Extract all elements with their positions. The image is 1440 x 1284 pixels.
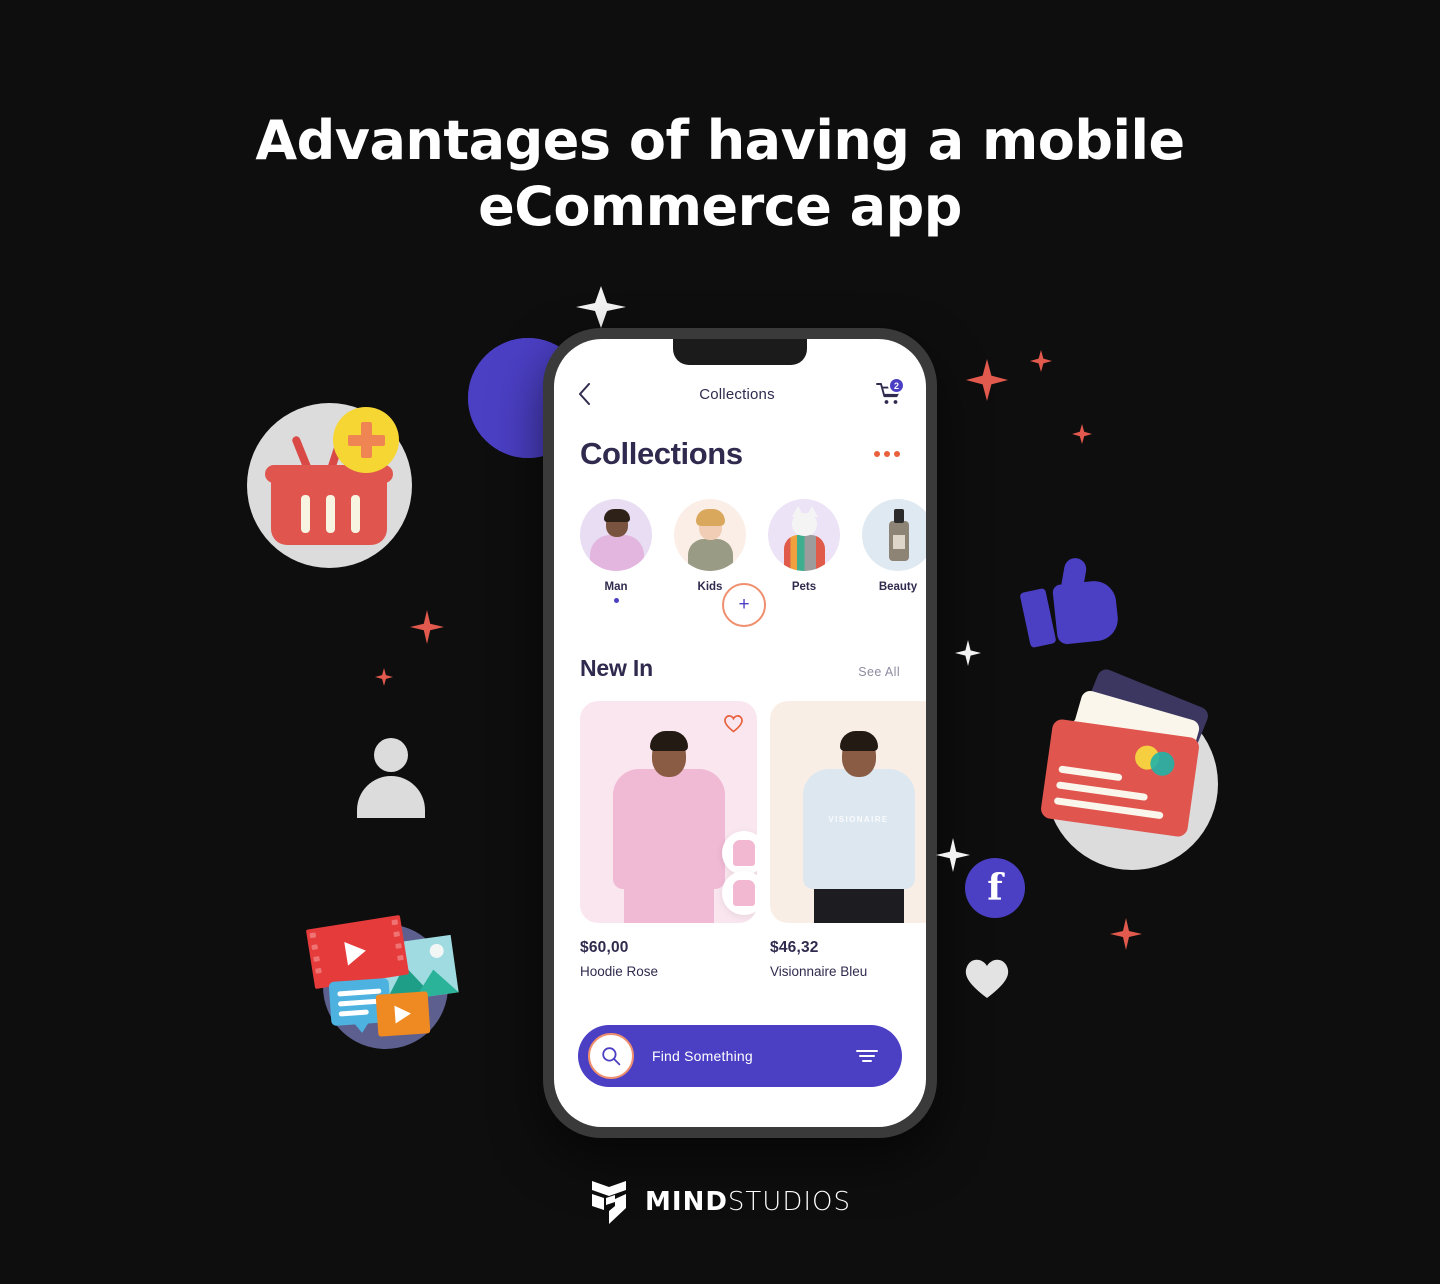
heart-icon bbox=[965, 959, 1009, 998]
category-label: Man bbox=[604, 581, 628, 593]
product-card[interactable]: $60,00 Hoodie Rose bbox=[580, 701, 757, 1001]
sparkle-icon bbox=[375, 668, 393, 686]
sparkle-icon bbox=[410, 610, 444, 644]
product-price: $60,00 bbox=[580, 939, 629, 956]
collections-header: Collections bbox=[554, 436, 926, 472]
facebook-icon: f bbox=[965, 858, 1025, 918]
phone-notch bbox=[673, 339, 807, 365]
cart-button[interactable]: 2 bbox=[868, 377, 905, 406]
sparkle-icon bbox=[936, 838, 970, 872]
category-avatar bbox=[580, 499, 652, 571]
product-meta: $60,00 Hoodie Rose bbox=[580, 923, 757, 979]
phone-mockup: Collections 2 Collections Man Kids Pets … bbox=[543, 328, 937, 1138]
navbar-title: Collections bbox=[699, 385, 775, 403]
page-title: Advantages of having a mobile eCommerce … bbox=[0, 108, 1440, 240]
product-price: $46,32 bbox=[770, 939, 819, 956]
search-button[interactable] bbox=[588, 1033, 634, 1079]
sparkle-icon bbox=[1110, 918, 1142, 950]
mindstudios-logo-icon bbox=[592, 1181, 627, 1224]
see-all-link[interactable]: See All bbox=[858, 665, 900, 679]
thumbnail-item[interactable] bbox=[722, 871, 757, 915]
dot-icon bbox=[874, 451, 880, 457]
sparkle-icon bbox=[1072, 424, 1092, 444]
more-options-button[interactable] bbox=[874, 451, 900, 457]
headline-line-2: eCommerce app bbox=[478, 174, 962, 238]
category-label: Pets bbox=[791, 581, 817, 593]
product-print: VISIONAIRE bbox=[828, 815, 889, 824]
product-model-illustration bbox=[604, 723, 734, 923]
category-label: Beauty bbox=[878, 581, 918, 593]
dot-icon bbox=[894, 451, 900, 457]
category-item-beauty[interactable]: Beauty bbox=[862, 499, 926, 603]
category-avatar bbox=[768, 499, 840, 571]
poster-canvas: Advantages of having a mobile eCommerce … bbox=[0, 0, 1440, 1284]
new-in-header: New In See All bbox=[554, 655, 926, 682]
media-collage-icon bbox=[305, 914, 460, 1068]
search-input[interactable]: Find Something bbox=[634, 1048, 854, 1064]
search-bar[interactable]: Find Something bbox=[578, 1025, 902, 1087]
heart-outline-icon[interactable] bbox=[723, 714, 744, 733]
thumbnail-item[interactable] bbox=[722, 831, 757, 875]
add-to-cart-button[interactable]: + bbox=[722, 583, 766, 627]
collections-title: Collections bbox=[580, 436, 743, 471]
category-item-man[interactable]: Man bbox=[580, 499, 652, 603]
category-active-dot bbox=[613, 598, 619, 603]
sparkle-icon bbox=[576, 286, 626, 328]
product-card[interactable]: VISIONAIRE $46,32 Visionnaire Bleu bbox=[770, 701, 926, 1001]
dot-icon bbox=[884, 451, 890, 457]
person-icon bbox=[355, 738, 427, 818]
brand-name-light: STUDIOS bbox=[727, 1187, 851, 1217]
product-thumbnails[interactable] bbox=[722, 831, 757, 915]
brand-name-bold: MIND bbox=[645, 1187, 728, 1217]
brand-logo-text: MINDSTUDIOS bbox=[645, 1187, 851, 1217]
brand-logo: MINDSTUDIOS bbox=[0, 1178, 1440, 1226]
product-list: $60,00 Hoodie Rose VISIONAIRE $46,32 Vis… bbox=[554, 701, 926, 1001]
product-name: Visionnaire Bleu bbox=[770, 964, 868, 979]
category-item-pets[interactable]: Pets bbox=[768, 499, 840, 603]
sparkle-icon bbox=[955, 640, 981, 666]
sparkle-icon bbox=[1030, 350, 1052, 372]
headline-line-1: Advantages of having a mobile bbox=[255, 109, 1185, 172]
product-image: VISIONAIRE bbox=[770, 701, 926, 923]
back-button[interactable] bbox=[578, 383, 606, 405]
filter-icon[interactable] bbox=[854, 1048, 880, 1064]
chevron-left-icon bbox=[579, 383, 590, 405]
phone-screen: Collections 2 Collections Man Kids Pets … bbox=[554, 339, 926, 1127]
app-navbar: Collections 2 bbox=[554, 373, 926, 415]
product-name: Hoodie Rose bbox=[580, 964, 659, 979]
search-icon bbox=[602, 1047, 621, 1066]
category-avatar bbox=[674, 499, 746, 571]
section-title: New In bbox=[580, 655, 653, 681]
shopping-basket-icon bbox=[247, 403, 412, 568]
cart-badge: 2 bbox=[888, 377, 905, 394]
category-avatar bbox=[862, 499, 926, 571]
thumbs-up-icon bbox=[1019, 556, 1120, 653]
product-model-illustration: VISIONAIRE bbox=[794, 723, 924, 923]
credit-cards-icon bbox=[1024, 666, 1234, 884]
sparkle-icon bbox=[966, 359, 1008, 401]
product-meta: $46,32 Visionnaire Bleu bbox=[770, 923, 926, 979]
product-image bbox=[580, 701, 757, 923]
